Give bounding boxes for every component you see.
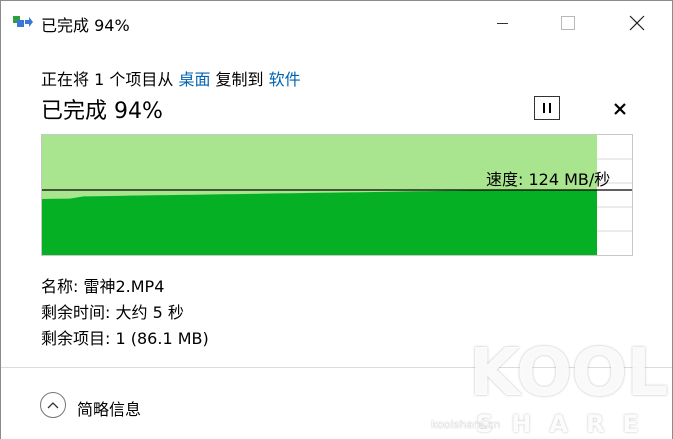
fewer-details-label[interactable]: 简略信息 xyxy=(77,396,141,420)
fewer-details-button[interactable] xyxy=(40,392,66,418)
time-remaining-value: 大约 5 秒 xyxy=(115,303,184,322)
speed-area xyxy=(42,190,597,255)
watermark-sub: SHARE xyxy=(476,410,657,438)
close-icon xyxy=(629,15,645,31)
destination-folder-link[interactable]: 软件 xyxy=(269,70,301,89)
description-prefix: 正在将 1 个项目从 xyxy=(41,70,179,89)
cancel-button[interactable] xyxy=(608,97,632,121)
file-name-value: 雷神2.MP4 xyxy=(83,277,165,296)
progress-panel: 正在将 1 个项目从 桌面 复制到 软件 已完成 94% 速度: 124 MB/… xyxy=(1,45,672,367)
speed-readout: 速度: 124 MB/秒 xyxy=(486,170,611,189)
title-bar[interactable]: 已完成 94% xyxy=(1,1,672,45)
items-remaining-label: 剩余项目: xyxy=(41,329,116,348)
file-copy-icon xyxy=(13,14,33,30)
operation-description: 正在将 1 个项目从 桌面 复制到 软件 xyxy=(41,66,301,90)
maximize-icon xyxy=(561,16,575,30)
speed-graph-canvas xyxy=(42,135,632,255)
chevron-up-icon xyxy=(47,402,59,409)
minimize-icon xyxy=(496,22,508,24)
watermark-brand: KOOL xyxy=(469,334,668,411)
items-remaining-row: 剩余项目: 1 (86.1 MB) xyxy=(41,326,209,352)
cancel-icon xyxy=(614,103,626,115)
source-folder-link[interactable]: 桌面 xyxy=(178,70,210,89)
pause-button[interactable] xyxy=(534,96,560,120)
pause-icon xyxy=(543,103,545,113)
time-remaining-label: 剩余时间: xyxy=(41,303,116,322)
time-remaining-row: 剩余时间: 大约 5 秒 xyxy=(41,300,209,326)
window-title: 已完成 94% xyxy=(41,16,130,35)
maximize-button[interactable] xyxy=(545,1,591,45)
minimize-button[interactable] xyxy=(479,1,525,45)
pause-icon-bar xyxy=(549,103,551,113)
close-button[interactable] xyxy=(614,1,660,45)
file-name-row: 名称: 雷神2.MP4 xyxy=(41,274,209,300)
copy-progress-window: 已完成 94% 正在将 1 个项目从 桌面 复制到 软件 已完成 94% 速度:… xyxy=(0,0,673,439)
progress-headline: 已完成 94% xyxy=(41,99,163,124)
details-section: 名称: 雷神2.MP4 剩余时间: 大约 5 秒 剩余项目: 1 (86.1 M… xyxy=(41,274,209,352)
description-middle: 复制到 xyxy=(210,70,269,89)
items-remaining-value: 1 (86.1 MB) xyxy=(115,329,209,348)
koolshare-watermark: KOOL SHARE koolshare.cn xyxy=(431,326,668,438)
file-name-label: 名称: xyxy=(41,277,84,296)
watermark-url: koolshare.cn xyxy=(431,418,501,431)
speed-graph xyxy=(41,134,633,256)
